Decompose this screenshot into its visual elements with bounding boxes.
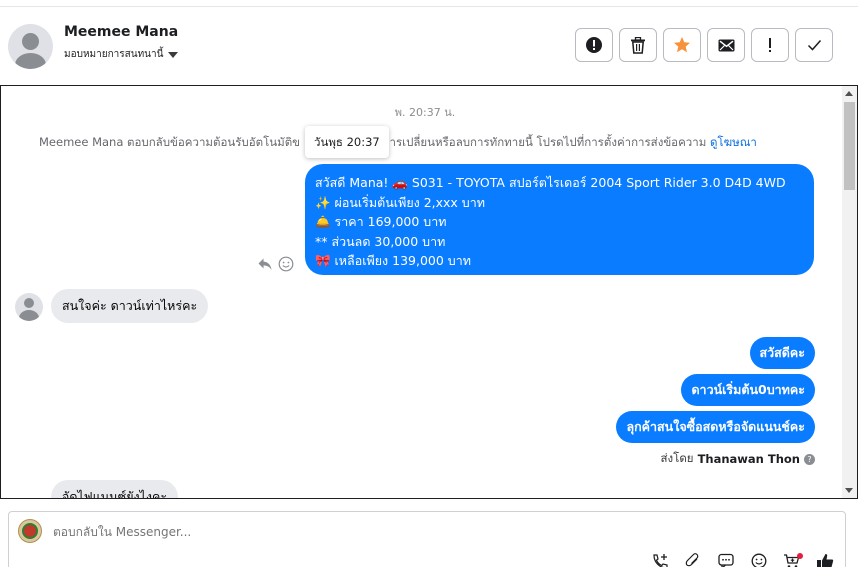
assign-label: มอบหมายการสนทนานี้ (64, 49, 164, 60)
like-button[interactable] (813, 553, 837, 567)
caret-down-icon (168, 51, 179, 58)
notice-text-end: ้องการเปลี่ยนหรือลบการทักทายนี้ โปรดไปที… (370, 135, 710, 149)
conversation-header: Meemee Mana มอบหมายการสนทนานี้ (0, 7, 858, 85)
phone-plus-icon (653, 554, 668, 567)
incoming-message-bubble[interactable]: สนใจค่ะ ดาวน์เท่าไหร่คะ (51, 289, 209, 323)
page-avatar[interactable] (18, 519, 42, 543)
auto-reply-notice: Meemee Mana ตอบกลับข้อความต้อนรับอัตโนมั… (39, 134, 757, 152)
incoming-message-bubble[interactable]: จัดไฟแนนซ์ยังไงคะ (51, 480, 179, 498)
mark-unread-button[interactable] (707, 28, 745, 62)
trash-icon (631, 36, 645, 54)
done-button[interactable] (795, 28, 833, 62)
envelope-icon (718, 39, 734, 51)
greeting-message-bubble[interactable]: สวัสดี Mana! 🚗 S031 - TOYOTA สปอร์ตไรเดอ… (305, 164, 814, 275)
alert-circle-icon (586, 37, 602, 53)
view-ad-link[interactable]: ดูโฆษณา (710, 135, 757, 149)
reply-input[interactable] (53, 525, 553, 539)
outgoing-message-bubble[interactable]: ดาวน์เริ่มต้น0บาทคะ (681, 374, 815, 406)
notice-text-start: Meemee Mana ตอบกลับข้อความต้อนรับอัตโนมั… (39, 135, 301, 149)
spam-button[interactable] (575, 28, 613, 62)
scrollbar[interactable] (842, 86, 857, 498)
delete-button[interactable] (619, 28, 657, 62)
attach-button[interactable] (681, 553, 705, 567)
reply-composer (8, 511, 846, 567)
timestamp-tooltip: วันพุธ 20:37 (305, 126, 389, 158)
scroll-down-arrow-icon[interactable] (845, 488, 853, 493)
sent-by-prefix: ส่งโดย (660, 451, 694, 465)
notification-dot (797, 553, 803, 559)
greeting-line: ** ส่วนลด 30,000 บาท (315, 233, 446, 249)
follow-up-button[interactable] (751, 28, 789, 62)
greeting-line: ✨ ผ่อนเริ่มต้นเพียง 2,xxx บาท (315, 194, 486, 210)
outgoing-message-bubble[interactable]: สวัสดีคะ (749, 337, 815, 369)
scroll-up-arrow-icon[interactable] (845, 91, 853, 96)
contact-avatar[interactable] (8, 24, 53, 69)
message-actions (257, 256, 294, 272)
emoji-button[interactable] (747, 553, 771, 567)
greeting-line: 🎀 เหลือเพียง 139,000 บาท (315, 253, 471, 268)
thumbs-up-icon (817, 554, 834, 567)
message-timestamp: พ. 20:37 น. (394, 106, 456, 119)
greeting-line: สวัสดี Mana! 🚗 S031 - TOYOTA สปอร์ตไรเดอ… (315, 175, 786, 190)
star-button[interactable] (663, 28, 701, 62)
contact-name[interactable]: Meemee Mana (64, 24, 178, 40)
emoji-react-icon[interactable] (278, 256, 294, 272)
check-icon (807, 40, 821, 51)
assign-conversation-dropdown[interactable]: มอบหมายการสนทนานี้ (64, 47, 179, 62)
chat-bubble-icon (718, 553, 734, 567)
exclamation-icon (769, 38, 771, 52)
add-product-button[interactable] (780, 553, 804, 567)
greeting-line: 🛎️ ราคา 169,000 บาท (315, 214, 447, 229)
header-actions (575, 28, 833, 62)
paperclip-icon (685, 553, 699, 567)
composer-toolbar (648, 553, 837, 567)
contact-avatar-small (15, 293, 43, 321)
reply-icon[interactable] (257, 256, 273, 272)
saved-replies-button[interactable] (714, 553, 738, 567)
star-icon (674, 37, 690, 53)
sender-name: Thanawan Thon (697, 452, 800, 466)
top-divider (0, 0, 858, 7)
smiley-icon (751, 553, 767, 567)
sent-by-label: ส่งโดย Thanawan Thon ? (661, 450, 815, 468)
call-add-button[interactable] (648, 553, 672, 567)
outgoing-message-bubble[interactable]: ลุกค้าสนใจซื้อสดหรือจัดแนนช์คะ (616, 411, 815, 443)
conversation-thread[interactable]: พ. 20:37 น. Meemee Mana ตอบกลับข้อความต้… (0, 85, 858, 499)
help-icon[interactable]: ? (804, 453, 815, 465)
